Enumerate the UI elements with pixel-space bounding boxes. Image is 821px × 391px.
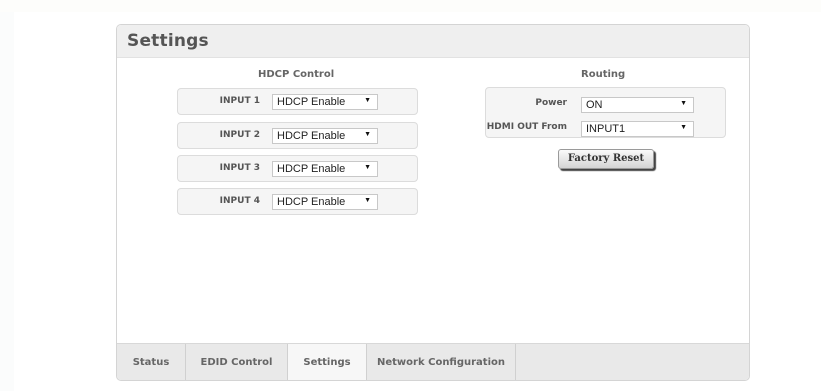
input4-label: INPUT 4 (219, 196, 260, 206)
hdcp-row-input2: INPUT 2 HDCP Enable ▼ (177, 122, 418, 149)
left-strip (0, 12, 14, 391)
hdcp-row-input4: INPUT 4 HDCP Enable ▼ (177, 188, 418, 215)
page-title: Settings (127, 31, 209, 51)
settings-panel: Settings HDCP Control INPUT 1 HDCP Enabl… (116, 24, 750, 381)
power-value: ON (586, 99, 603, 111)
hdmi-out-label: HDMI OUT From (486, 122, 567, 132)
routing-box: Power ON ▼ HDMI OUT From INPUT1 ▼ (485, 87, 726, 138)
hdmi-out-value: INPUT1 (586, 123, 626, 135)
input2-label: INPUT 2 (219, 130, 260, 140)
routing-section-title: Routing (581, 69, 626, 80)
input1-hdcp-value: HDCP Enable (277, 96, 346, 108)
panel-header: Settings (117, 25, 749, 58)
tab-status[interactable]: Status (117, 344, 186, 380)
input2-hdcp-value: HDCP Enable (277, 130, 346, 142)
dropdown-arrow-icon: ▼ (680, 100, 687, 107)
dropdown-arrow-icon: ▼ (364, 164, 371, 171)
input4-hdcp-value: HDCP Enable (277, 196, 346, 208)
tab-settings[interactable]: Settings (288, 344, 367, 380)
top-strip (0, 0, 821, 12)
input3-hdcp-select[interactable]: HDCP Enable ▼ (272, 161, 378, 177)
dropdown-arrow-icon: ▼ (364, 197, 371, 204)
input2-hdcp-select[interactable]: HDCP Enable ▼ (272, 128, 378, 144)
power-select[interactable]: ON ▼ (581, 97, 694, 113)
dropdown-arrow-icon: ▼ (364, 131, 371, 138)
input1-label: INPUT 1 (219, 96, 260, 106)
dropdown-arrow-icon: ▼ (364, 97, 371, 104)
tab-bar: Status EDID Control Settings Network Con… (117, 343, 749, 380)
hdmi-out-select[interactable]: INPUT1 ▼ (581, 121, 694, 137)
input3-label: INPUT 3 (219, 163, 260, 173)
tab-edid-control[interactable]: EDID Control (186, 344, 288, 380)
hdcp-section-title: HDCP Control (258, 69, 335, 80)
hdcp-row-input1: INPUT 1 HDCP Enable ▼ (177, 88, 418, 115)
dropdown-arrow-icon: ▼ (680, 124, 687, 131)
tab-network-configuration[interactable]: Network Configuration (367, 344, 516, 380)
input1-hdcp-select[interactable]: HDCP Enable ▼ (272, 94, 378, 110)
input4-hdcp-select[interactable]: HDCP Enable ▼ (272, 194, 378, 210)
factory-reset-button[interactable]: Factory Reset (558, 149, 654, 169)
hdcp-row-input3: INPUT 3 HDCP Enable ▼ (177, 155, 418, 182)
power-label: Power (535, 98, 567, 108)
input3-hdcp-value: HDCP Enable (277, 163, 346, 175)
